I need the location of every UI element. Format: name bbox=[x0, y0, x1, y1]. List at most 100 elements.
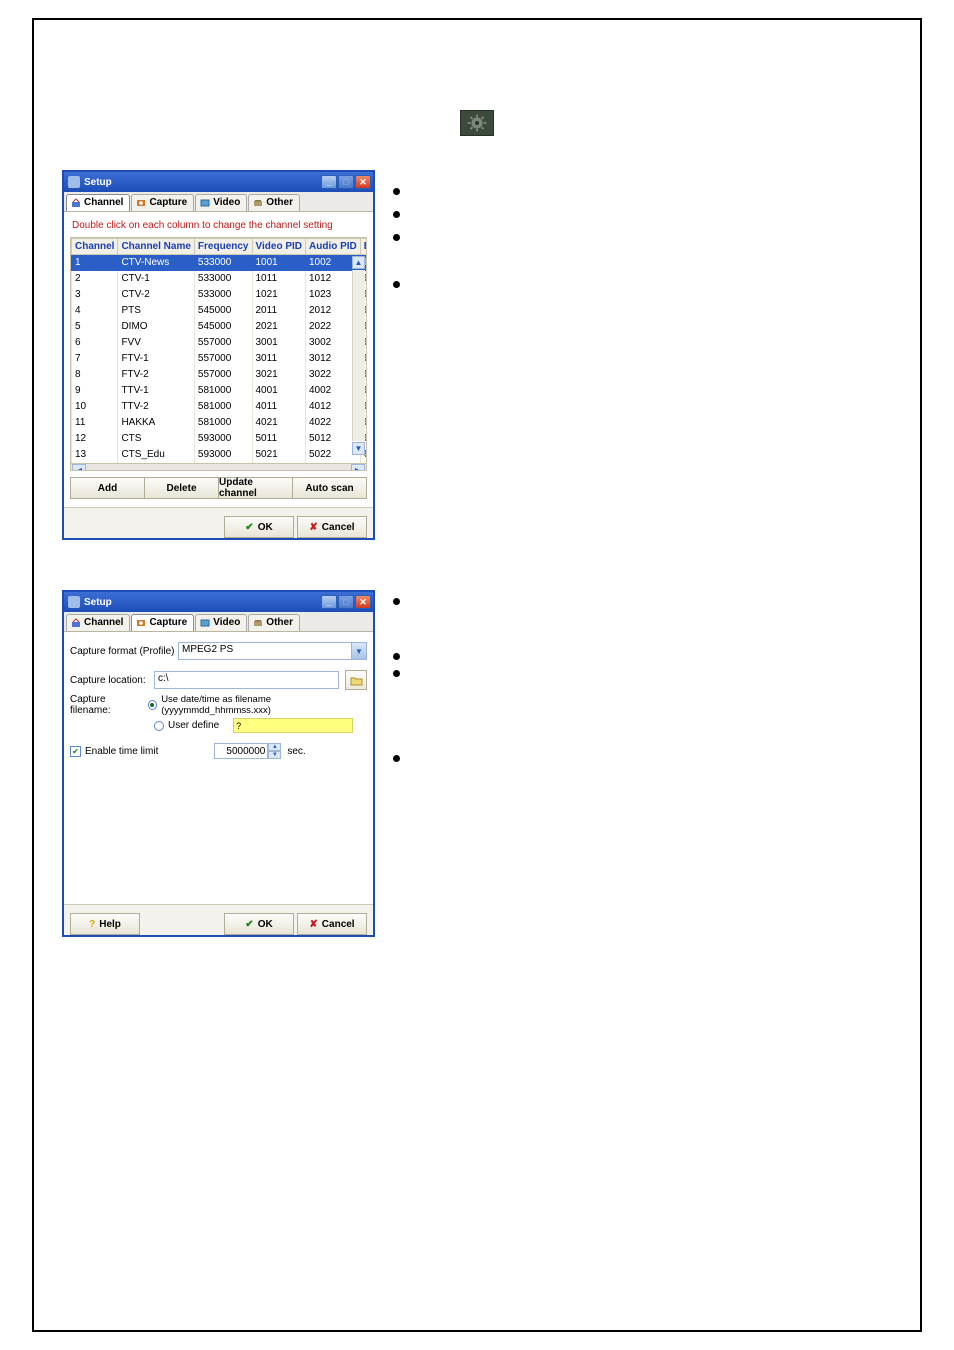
table-row[interactable]: 2CTV-1533000101110126 bbox=[72, 271, 368, 287]
tab-other[interactable]: Other bbox=[248, 194, 300, 211]
vscroll-track[interactable] bbox=[352, 270, 365, 441]
tab-video[interactable]: Video bbox=[195, 614, 247, 631]
table-cell[interactable]: DIMO bbox=[118, 319, 194, 335]
table-cell[interactable]: 557000 bbox=[194, 351, 252, 367]
cancel-button[interactable]: ✘Cancel bbox=[297, 913, 367, 935]
table-row[interactable]: 10TTV-2581000401140126 bbox=[72, 399, 368, 415]
channel-table[interactable]: ChannelChannel NameFrequencyVideo PIDAud… bbox=[70, 237, 367, 471]
table-cell[interactable]: 1001 bbox=[252, 255, 306, 271]
table-cell[interactable]: 12 bbox=[72, 431, 118, 447]
scroll-right-button[interactable]: ▶ bbox=[351, 464, 365, 471]
tab-capture[interactable]: Capture bbox=[131, 194, 194, 211]
table-row[interactable]: 13CTS_Edu593000502150226 bbox=[72, 447, 368, 463]
table-row[interactable]: 11HAKKA581000402140226 bbox=[72, 415, 368, 431]
table-cell[interactable]: 5 bbox=[72, 319, 118, 335]
spinner-down-icon[interactable]: ▼ bbox=[268, 751, 281, 759]
minimize-button[interactable]: _ bbox=[321, 175, 337, 189]
table-cell[interactable]: 1 bbox=[72, 255, 118, 271]
table-cell[interactable]: 3011 bbox=[252, 351, 306, 367]
table-row[interactable]: 5DIMO545000202120226 bbox=[72, 319, 368, 335]
table-cell[interactable]: 545000 bbox=[194, 319, 252, 335]
column-header[interactable]: Channel Name bbox=[118, 239, 194, 255]
table-cell[interactable]: 10 bbox=[72, 399, 118, 415]
table-cell[interactable]: 533000 bbox=[194, 287, 252, 303]
table-cell[interactable]: 2011 bbox=[252, 303, 306, 319]
help-button[interactable]: ?Help bbox=[70, 913, 140, 935]
column-header[interactable]: Frequency bbox=[194, 239, 252, 255]
radio-user-define[interactable] bbox=[154, 721, 164, 731]
table-cell[interactable]: 581000 bbox=[194, 383, 252, 399]
scroll-up-button[interactable]: ▲ bbox=[352, 256, 365, 269]
table-cell[interactable]: TTV-2 bbox=[118, 399, 194, 415]
table-cell[interactable]: 3001 bbox=[252, 335, 306, 351]
table-cell[interactable]: FTV-2 bbox=[118, 367, 194, 383]
table-cell[interactable]: 2 bbox=[72, 271, 118, 287]
timelimit-checkbox[interactable] bbox=[70, 746, 81, 757]
tab-video[interactable]: Video bbox=[195, 194, 247, 211]
titlebar[interactable]: Setup _ □ ✕ bbox=[64, 172, 373, 192]
radio-datetime[interactable] bbox=[148, 700, 157, 710]
table-cell[interactable]: 593000 bbox=[194, 431, 252, 447]
table-cell[interactable]: PTS bbox=[118, 303, 194, 319]
tab-capture[interactable]: Capture bbox=[131, 614, 194, 631]
table-row[interactable]: 7FTV-1557000301130126 bbox=[72, 351, 368, 367]
table-cell[interactable]: 4001 bbox=[252, 383, 306, 399]
table-cell[interactable]: 533000 bbox=[194, 255, 252, 271]
close-button[interactable]: ✕ bbox=[355, 175, 371, 189]
column-header[interactable]: Ba bbox=[360, 239, 367, 255]
column-header[interactable]: Audio PID bbox=[306, 239, 361, 255]
ok-button[interactable]: ✔OK bbox=[224, 516, 294, 538]
close-button[interactable]: ✕ bbox=[355, 595, 371, 609]
user-define-input[interactable]: ? bbox=[233, 718, 353, 733]
table-row[interactable]: 3CTV-2533000102110236 bbox=[72, 287, 368, 303]
table-cell[interactable]: CTV-News bbox=[118, 255, 194, 271]
tab-other[interactable]: Other bbox=[248, 614, 300, 631]
table-cell[interactable]: 3021 bbox=[252, 367, 306, 383]
scroll-down-button[interactable]: ▼ bbox=[352, 442, 365, 455]
table-cell[interactable]: CTS bbox=[118, 431, 194, 447]
tab-channel[interactable]: Channel bbox=[66, 194, 130, 211]
table-row[interactable]: 4PTS545000201120126 bbox=[72, 303, 368, 319]
table-cell[interactable]: TTV-1 bbox=[118, 383, 194, 399]
ok-button[interactable]: ✔OK bbox=[224, 913, 294, 935]
table-row[interactable]: 9TTV-1581000400140026 bbox=[72, 383, 368, 399]
table-cell[interactable]: 11 bbox=[72, 415, 118, 431]
profile-combo[interactable]: MPEG2 PS ▼ bbox=[178, 642, 367, 660]
table-cell[interactable]: 9 bbox=[72, 383, 118, 399]
column-header[interactable]: Channel bbox=[72, 239, 118, 255]
table-row[interactable]: 8FTV-2557000302130226 bbox=[72, 367, 368, 383]
table-cell[interactable]: 4 bbox=[72, 303, 118, 319]
table-cell[interactable]: 5021 bbox=[252, 447, 306, 463]
table-cell[interactable]: 1021 bbox=[252, 287, 306, 303]
table-cell[interactable]: HAKKA bbox=[118, 415, 194, 431]
add-button[interactable]: Add bbox=[70, 477, 145, 499]
browse-button[interactable] bbox=[345, 670, 367, 690]
table-cell[interactable]: 557000 bbox=[194, 335, 252, 351]
spinner-up-icon[interactable]: ▲ bbox=[268, 743, 281, 751]
table-cell[interactable]: 4011 bbox=[252, 399, 306, 415]
column-header[interactable]: Video PID bbox=[252, 239, 306, 255]
table-row[interactable]: 6FVV557000300130026 bbox=[72, 335, 368, 351]
table-row[interactable]: 1CTV-News533000100110026 bbox=[72, 255, 368, 271]
table-cell[interactable]: 581000 bbox=[194, 399, 252, 415]
table-cell[interactable]: 545000 bbox=[194, 303, 252, 319]
tab-channel[interactable]: Channel bbox=[66, 614, 130, 631]
table-cell[interactable]: CTV-1 bbox=[118, 271, 194, 287]
table-cell[interactable]: 557000 bbox=[194, 367, 252, 383]
table-cell[interactable]: 13 bbox=[72, 447, 118, 463]
table-row[interactable]: 12CTS593000501150126 bbox=[72, 431, 368, 447]
minimize-button[interactable]: _ bbox=[321, 595, 337, 609]
table-cell[interactable]: 7 bbox=[72, 351, 118, 367]
cancel-button[interactable]: ✘Cancel bbox=[297, 516, 367, 538]
update-channel-button[interactable]: Update channel bbox=[218, 477, 293, 499]
table-cell[interactable]: CTV-2 bbox=[118, 287, 194, 303]
table-cell[interactable]: 8 bbox=[72, 367, 118, 383]
table-cell[interactable]: 593000 bbox=[194, 447, 252, 463]
table-cell[interactable]: 2021 bbox=[252, 319, 306, 335]
auto-scan-button[interactable]: Auto scan bbox=[292, 477, 367, 499]
table-cell[interactable]: 6 bbox=[72, 335, 118, 351]
table-cell[interactable]: CTS_Edu bbox=[118, 447, 194, 463]
titlebar[interactable]: Setup _ □ ✕ bbox=[64, 592, 373, 612]
table-cell[interactable]: 533000 bbox=[194, 271, 252, 287]
scroll-left-button[interactable]: ◀ bbox=[72, 464, 86, 471]
